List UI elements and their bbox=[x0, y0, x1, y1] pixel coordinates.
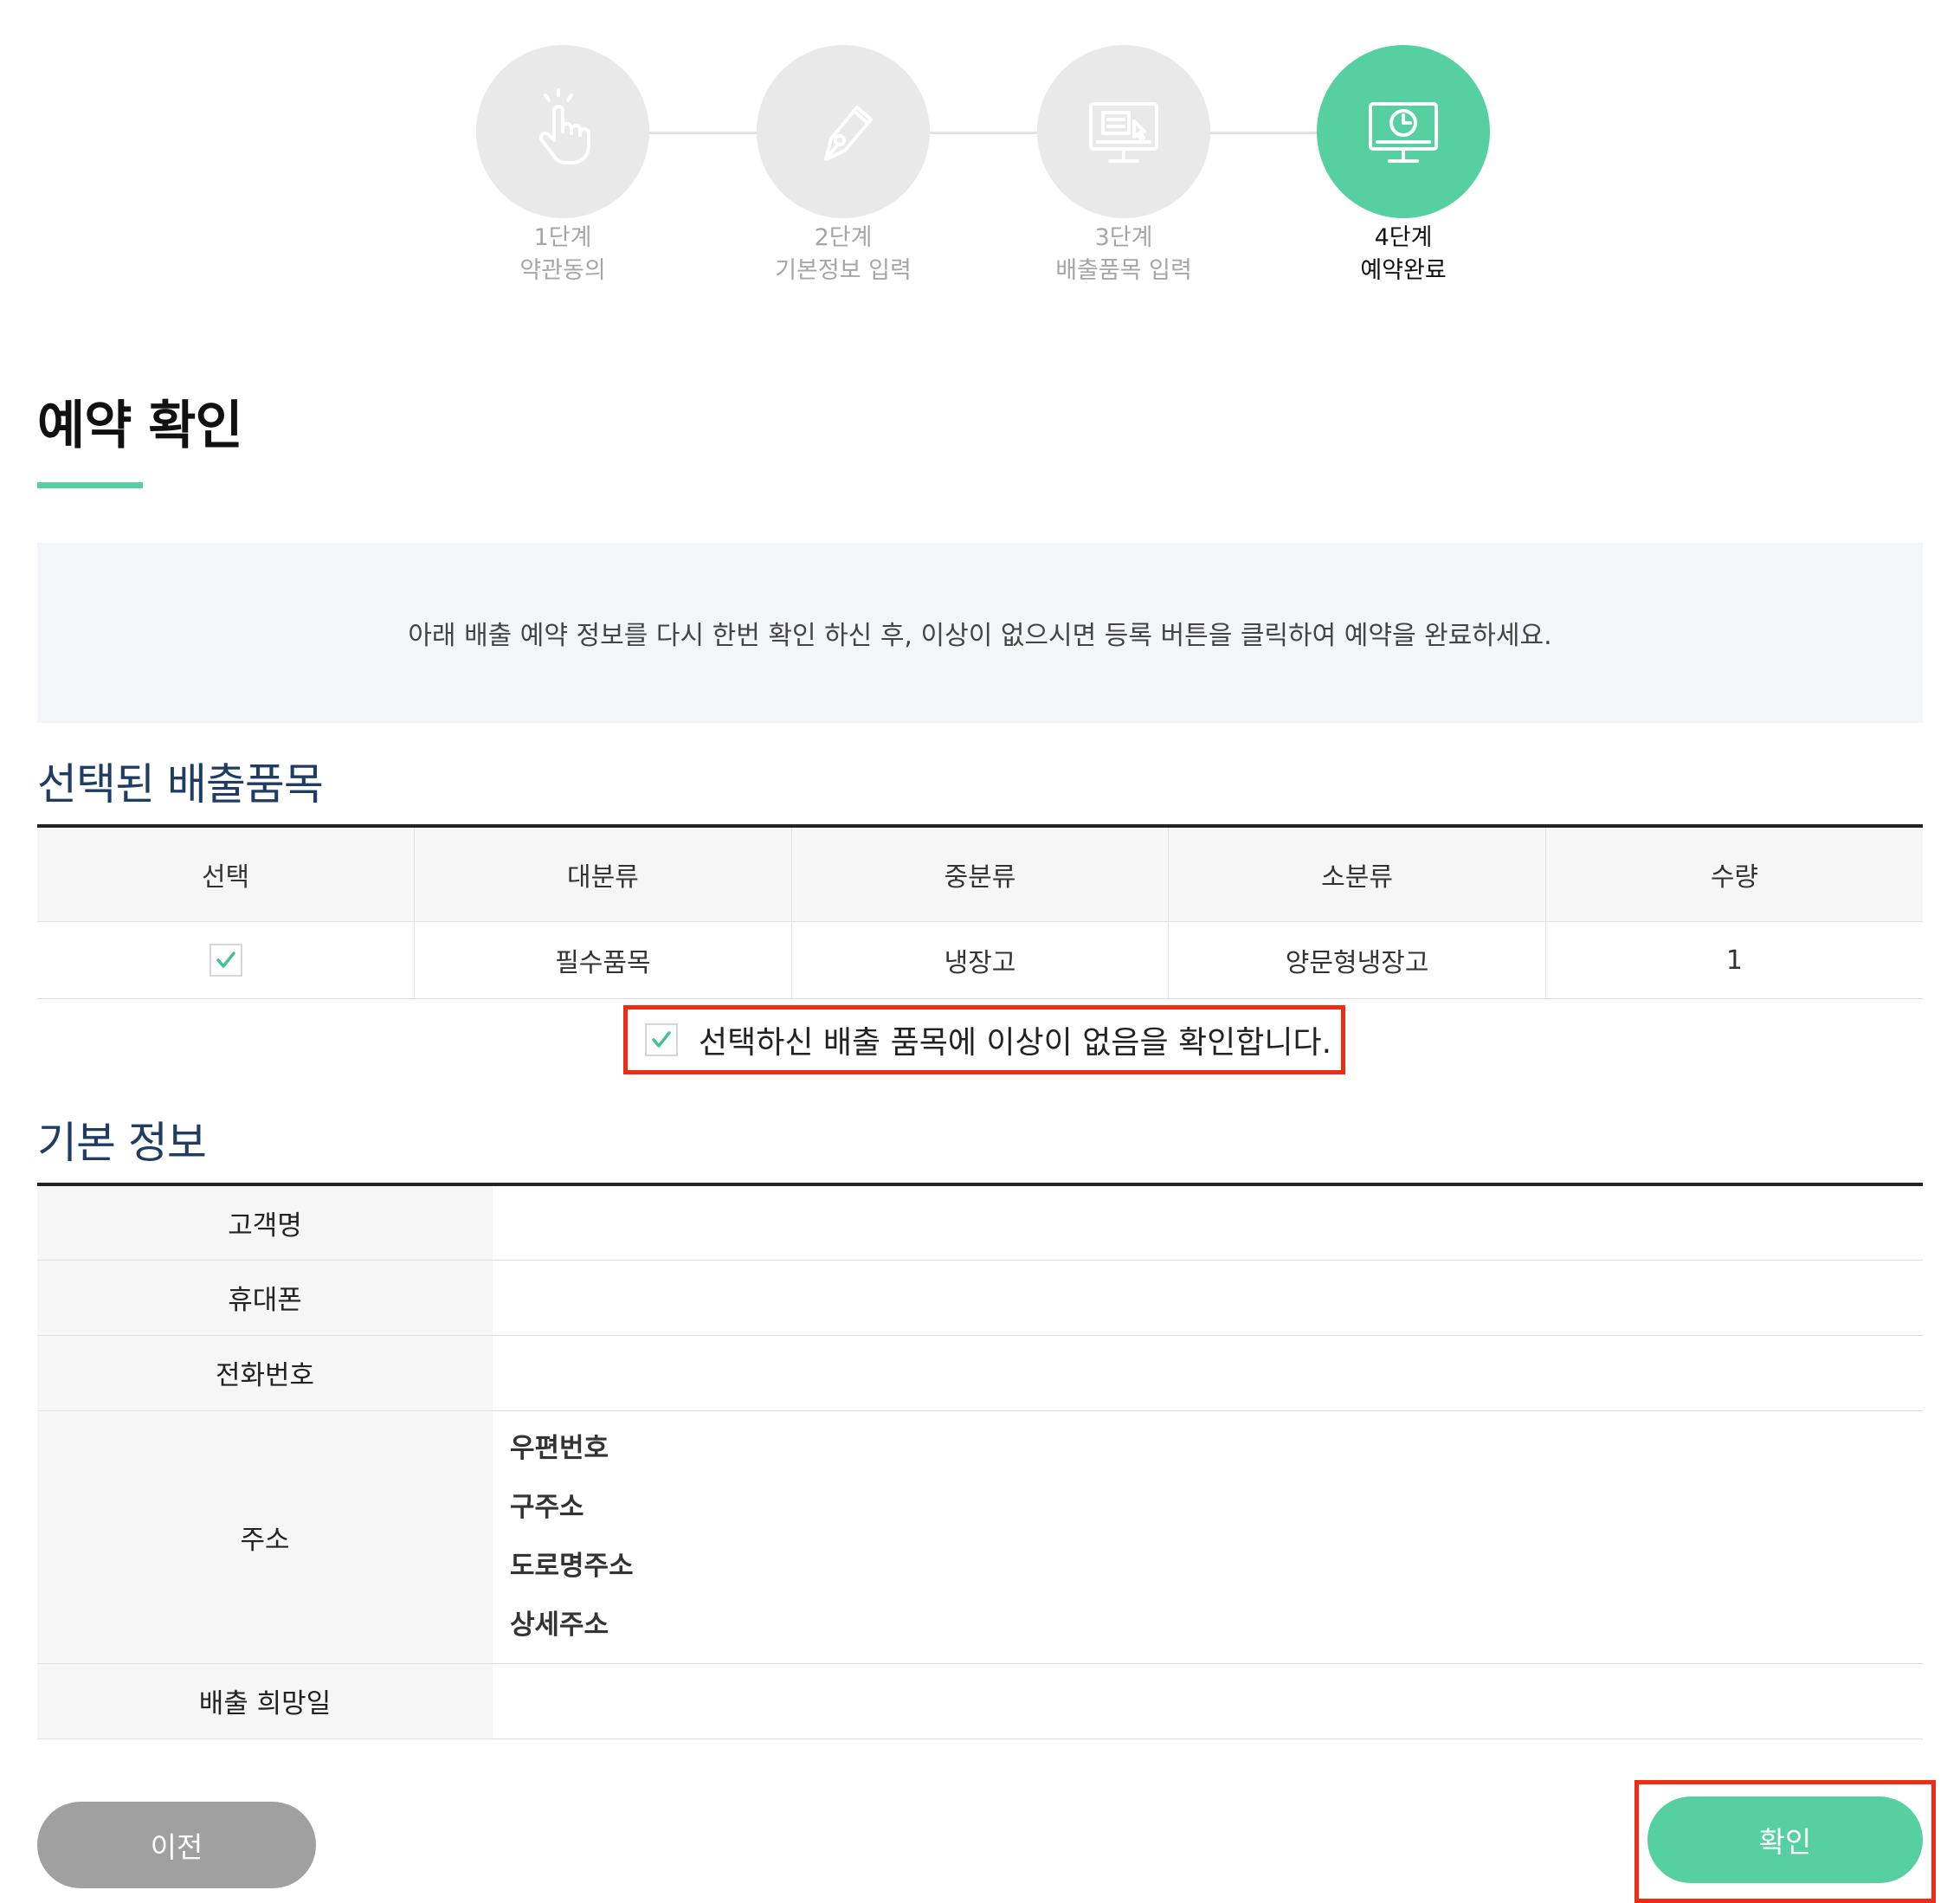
title-underline bbox=[37, 482, 143, 488]
step-label: 예약완료 bbox=[1360, 257, 1447, 284]
customer-label: 고객명 bbox=[37, 1184, 493, 1261]
page-title: 예약 확인 bbox=[37, 396, 243, 456]
hand-pointer-icon bbox=[539, 88, 590, 164]
postal-code-label: 우편번호 bbox=[510, 1433, 609, 1464]
road-address-label: 도로명주소 bbox=[510, 1551, 634, 1582]
quantity-cell: 1 bbox=[1545, 921, 1923, 999]
monitor-clock-icon bbox=[1369, 102, 1438, 163]
step-4: 4단계 예약완료 bbox=[1317, 45, 1490, 287]
mobile-row: 휴대폰 bbox=[37, 1260, 1923, 1336]
mobile-value bbox=[493, 1260, 1923, 1336]
pen-icon bbox=[824, 106, 873, 161]
step-label: 배출품목 입력 bbox=[1055, 257, 1192, 284]
step-number: 4단계 bbox=[1374, 224, 1433, 251]
middle-category-cell: 냉장고 bbox=[791, 921, 1170, 999]
date-row: 배출 희망일 bbox=[37, 1663, 1923, 1739]
phone-row: 전화번호 bbox=[37, 1335, 1923, 1411]
select-cell bbox=[37, 921, 416, 999]
date-value bbox=[493, 1663, 1923, 1739]
step-label: 약관동의 bbox=[519, 257, 606, 284]
items-header-row: 선택 대분류 중분류 소분류 수량 bbox=[37, 826, 1923, 922]
notice-box: 아래 배출 예약 정보를 다시 한번 확인 하신 후, 이상이 없으시면 등록 … bbox=[37, 543, 1923, 723]
confirm-button[interactable]: 확인 bbox=[1647, 1797, 1923, 1883]
info-section-title: 기본 정보 bbox=[37, 1118, 207, 1168]
reservation-page: 1단계 약관동의 2단계 기본정보 입력 3단계 배출품목 입력 4단계 예약완… bbox=[0, 0, 1960, 1903]
address-value: 우편번호 구주소 도로명주소 상세주소 bbox=[493, 1410, 1923, 1664]
confirm-items-checkbox-row[interactable]: 선택하신 배출 품목에 이상이 없음을 확인합니다. bbox=[623, 1005, 1345, 1074]
col-header-middle: 중분류 bbox=[791, 826, 1170, 922]
monitor-list-icon bbox=[1089, 102, 1158, 163]
step-number: 3단계 bbox=[1094, 224, 1153, 251]
step-label: 기본정보 입력 bbox=[775, 257, 912, 284]
step-number: 1단계 bbox=[533, 224, 592, 251]
items-table: 선택 대분류 중분류 소분류 수량 필수품목 냉장고 양문형냉장고 1 bbox=[37, 824, 1923, 999]
step-2: 2단계 기본정보 입력 bbox=[757, 45, 930, 287]
step-1-circle bbox=[476, 45, 649, 218]
table-row: 필수품목 냉장고 양문형냉장고 1 bbox=[37, 921, 1923, 999]
step-2-circle bbox=[757, 45, 930, 218]
col-header-select: 선택 bbox=[37, 826, 416, 922]
step-connector bbox=[1200, 132, 1321, 134]
minor-category-cell: 양문형냉장고 bbox=[1168, 921, 1546, 999]
address-label: 주소 bbox=[37, 1410, 493, 1664]
step-3: 3단계 배출품목 입력 bbox=[1037, 45, 1210, 287]
confirm-items-checkbox[interactable] bbox=[645, 1023, 678, 1056]
notice-text: 아래 배출 예약 정보를 다시 한번 확인 하신 후, 이상이 없으시면 등록 … bbox=[408, 621, 1552, 651]
step-number: 2단계 bbox=[814, 224, 873, 251]
col-header-qty: 수량 bbox=[1545, 826, 1923, 922]
items-section-title: 선택된 배출품목 bbox=[37, 759, 324, 810]
customer-row: 고객명 bbox=[37, 1184, 1923, 1261]
step-1: 1단계 약관동의 bbox=[476, 45, 649, 287]
detail-address-label: 상세주소 bbox=[510, 1609, 609, 1641]
mobile-label: 휴대폰 bbox=[37, 1260, 493, 1336]
prev-button[interactable]: 이전 bbox=[37, 1802, 316, 1888]
item-checkbox[interactable] bbox=[209, 944, 242, 977]
check-icon bbox=[652, 1031, 671, 1048]
customer-value bbox=[493, 1184, 1923, 1261]
step-3-circle bbox=[1037, 45, 1210, 218]
date-label: 배출 희망일 bbox=[37, 1663, 493, 1739]
step-4-circle bbox=[1317, 45, 1490, 218]
major-category-cell: 필수품목 bbox=[414, 921, 792, 999]
step-connector bbox=[919, 132, 1041, 134]
confirm-items-label[interactable]: 선택하신 배출 품목에 이상이 없음을 확인합니다. bbox=[699, 1017, 1331, 1062]
col-header-major: 대분류 bbox=[414, 826, 792, 922]
phone-value bbox=[493, 1335, 1923, 1411]
basic-info-table: 고객명 휴대폰 전화번호 주소 우편번호 구주소 도로명주소 상세주소 배출 희… bbox=[37, 1183, 1923, 1739]
phone-label: 전화번호 bbox=[37, 1335, 493, 1411]
address-row: 주소 우편번호 구주소 도로명주소 상세주소 bbox=[37, 1410, 1923, 1664]
check-icon bbox=[216, 952, 235, 968]
col-header-minor: 소분류 bbox=[1168, 826, 1546, 922]
step-connector bbox=[639, 132, 760, 134]
old-address-label: 구주소 bbox=[510, 1492, 584, 1523]
